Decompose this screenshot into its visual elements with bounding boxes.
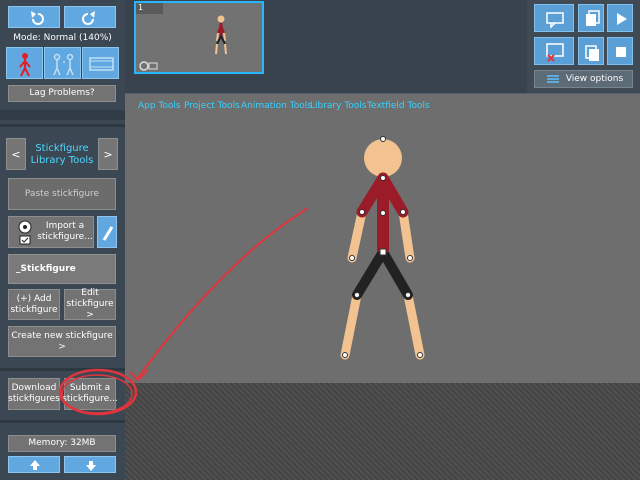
stickfigure-right-shin[interactable] (403, 290, 425, 360)
stickfigure[interactable] (0, 0, 640, 480)
stickfigure-head[interactable] (364, 139, 402, 177)
stickfigure-left-thigh[interactable] (352, 247, 388, 300)
stickfigure-left-shin[interactable] (340, 290, 362, 360)
stickfigure-right-forearm[interactable] (398, 207, 415, 263)
stickfigure-left-forearm[interactable] (347, 207, 367, 263)
stickfigure-right-thigh[interactable] (378, 247, 413, 300)
